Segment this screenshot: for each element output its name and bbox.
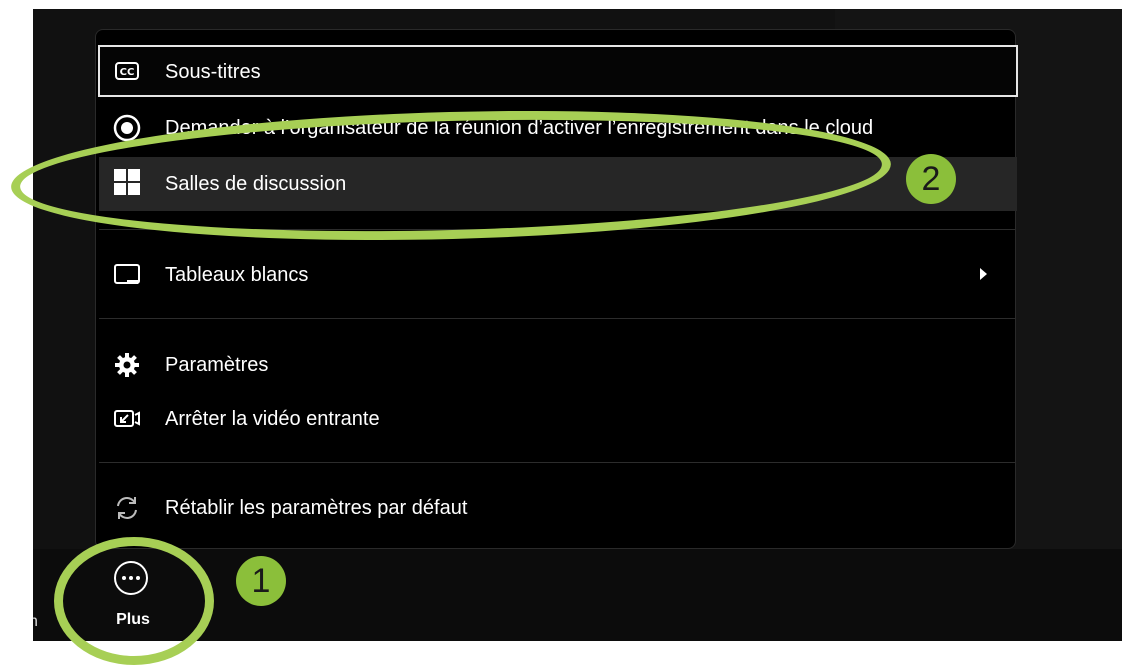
step-badge-2: 2 bbox=[906, 154, 956, 204]
step-badge-1: 1 bbox=[236, 556, 286, 606]
closed-captions-icon: CC bbox=[115, 62, 139, 80]
svg-text:CC: CC bbox=[120, 67, 135, 78]
zoom-window: CC Sous-titres Demander à l’organisateur… bbox=[33, 9, 1122, 641]
menu-divider bbox=[99, 462, 1015, 463]
menu-item-label: Arrêter la vidéo entrante bbox=[165, 408, 380, 430]
gear-icon bbox=[115, 353, 139, 377]
whiteboard-icon bbox=[114, 264, 140, 284]
menu-divider bbox=[99, 318, 1015, 319]
reset-icon bbox=[117, 497, 137, 519]
menu-item-whiteboards[interactable]: Tableaux blancs bbox=[99, 252, 1017, 298]
menu-item-label: Rétablir les paramètres par défaut bbox=[165, 497, 468, 519]
menu-item-label: Paramètres bbox=[165, 354, 269, 376]
menu-item-settings[interactable]: Paramètres bbox=[99, 342, 1017, 388]
stop-incoming-video-icon bbox=[114, 410, 140, 427]
menu-item-label: Tableaux blancs bbox=[165, 264, 309, 286]
highlight-ellipse-plus bbox=[54, 537, 214, 665]
record-icon bbox=[113, 114, 141, 142]
more-menu: CC Sous-titres Demander à l’organisateur… bbox=[95, 29, 1018, 549]
menu-item-subtitles[interactable]: CC Sous-titres bbox=[98, 45, 1018, 97]
toolbar-cut-label: n bbox=[33, 613, 38, 630]
menu-item-reset-defaults[interactable]: Rétablir les paramètres par défaut bbox=[99, 485, 1017, 531]
menu-item-stop-incoming-video[interactable]: Arrêter la vidéo entrante bbox=[99, 396, 1017, 442]
menu-item-label: Sous-titres bbox=[165, 61, 261, 83]
chevron-right-icon bbox=[980, 268, 987, 280]
